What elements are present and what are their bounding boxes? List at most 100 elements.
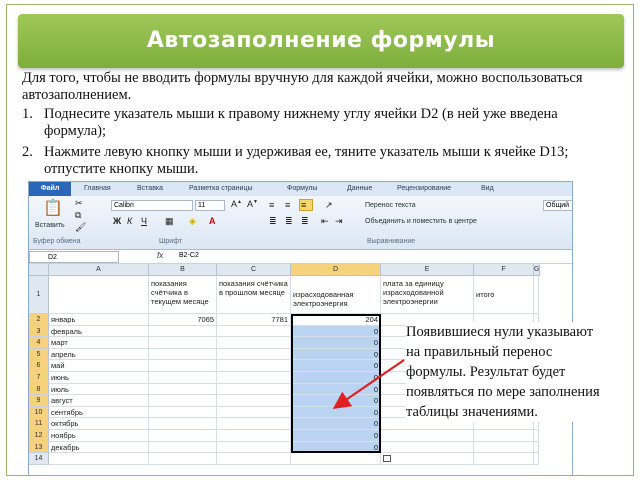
cell-a[interactable]: июль	[49, 383, 149, 396]
copy-icon[interactable]: ⧉	[75, 210, 81, 221]
paste-icon[interactable]: 📋	[43, 198, 63, 218]
row-header[interactable]: 8	[29, 383, 49, 396]
tab-home[interactable]: Главная	[84, 185, 111, 192]
cell-g[interactable]	[534, 430, 539, 442]
column-header-b[interactable]: B	[149, 264, 217, 276]
paste-button[interactable]: Вставить	[35, 222, 65, 229]
font-name-select[interactable]: Calibri	[111, 200, 193, 211]
outdent-icon[interactable]: ⇥	[335, 216, 343, 227]
cell-b[interactable]	[149, 406, 217, 419]
column-header-f[interactable]: F	[474, 264, 534, 276]
align-right-icon[interactable]: ≣	[301, 216, 309, 227]
cell-b[interactable]	[149, 395, 217, 407]
cell-b[interactable]	[149, 325, 217, 338]
header-cell-c[interactable]: показания счётчика в прошлом месяце	[217, 276, 291, 314]
row-header[interactable]: 7	[29, 372, 49, 384]
cell-b[interactable]	[149, 418, 217, 430]
cell-b[interactable]	[149, 348, 217, 361]
format-painter-icon[interactable]: 🖌	[75, 222, 86, 233]
cell-a[interactable]: август	[49, 395, 149, 407]
select-all-corner[interactable]	[29, 264, 49, 276]
cell-a[interactable]: февраль	[49, 325, 149, 338]
cell-a[interactable]: сентябрь	[49, 406, 149, 419]
cell-a[interactable]: ноябрь	[49, 430, 149, 442]
name-box[interactable]: D2	[29, 251, 119, 263]
row-header[interactable]: 12	[29, 430, 49, 442]
row-header[interactable]: 1	[29, 276, 49, 314]
cell-a[interactable]: апрель	[49, 348, 149, 361]
cell-b[interactable]	[149, 441, 217, 454]
cell-g[interactable]	[534, 441, 539, 454]
row-header[interactable]: 14	[29, 453, 49, 465]
header-cell-g[interactable]	[534, 276, 539, 314]
grow-font-icon[interactable]: A▲	[231, 199, 242, 209]
align-left-icon[interactable]: ≣	[269, 216, 277, 227]
cell-a[interactable]	[49, 453, 149, 465]
cell-e[interactable]	[381, 441, 474, 454]
row-header[interactable]: 2	[29, 314, 49, 326]
tab-data[interactable]: Данные	[347, 185, 372, 192]
cut-icon[interactable]: ✂	[75, 198, 83, 209]
cell-c[interactable]	[217, 360, 291, 372]
wrap-text-button[interactable]: Перенос текста	[365, 202, 416, 209]
cell-c[interactable]	[217, 337, 291, 349]
row-header[interactable]: 3	[29, 325, 49, 338]
cell-g[interactable]	[534, 453, 539, 465]
header-cell-b[interactable]: показания счётчика в текущем месяце	[149, 276, 217, 314]
cell-a[interactable]: май	[49, 360, 149, 372]
row-header[interactable]: 5	[29, 348, 49, 361]
cell-f[interactable]	[474, 430, 534, 442]
font-size-select[interactable]: 11	[195, 200, 225, 211]
cell-a[interactable]: март	[49, 337, 149, 349]
cell-c[interactable]	[217, 383, 291, 396]
row-header[interactable]: 9	[29, 395, 49, 407]
row-header[interactable]: 13	[29, 441, 49, 454]
cell-c[interactable]	[217, 418, 291, 430]
column-header-e[interactable]: E	[381, 264, 474, 276]
cell-b[interactable]	[149, 383, 217, 396]
column-header-g[interactable]: G	[534, 264, 541, 276]
autofill-options-icon[interactable]	[383, 455, 391, 463]
bold-icon[interactable]: Ж	[113, 216, 121, 226]
tab-review[interactable]: Рецензирование	[397, 185, 451, 192]
align-middle-icon[interactable]: ≡	[285, 200, 290, 210]
cell-f[interactable]	[474, 441, 534, 454]
underline-icon[interactable]: Ч	[141, 216, 147, 226]
cell-e[interactable]	[381, 453, 474, 465]
font-color-icon[interactable]: A	[209, 216, 216, 226]
borders-icon[interactable]: ▦	[165, 216, 174, 227]
cell-a[interactable]: октябрь	[49, 418, 149, 430]
cell-b[interactable]	[149, 453, 217, 465]
tab-formulas[interactable]: Формулы	[287, 185, 317, 192]
row-header[interactable]: 4	[29, 337, 49, 349]
cell-a[interactable]: декабрь	[49, 441, 149, 454]
row-header[interactable]: 6	[29, 360, 49, 372]
row-header[interactable]: 10	[29, 406, 49, 419]
cell-c[interactable]	[217, 430, 291, 442]
merge-center-button[interactable]: Объединить и поместить в центре	[365, 218, 477, 225]
column-header-d[interactable]: D	[291, 264, 381, 276]
header-cell-a[interactable]	[49, 276, 149, 314]
cell-c[interactable]	[217, 395, 291, 407]
cell-d[interactable]	[291, 453, 381, 465]
fx-icon[interactable]: fx	[157, 251, 163, 260]
column-header-c[interactable]: C	[217, 264, 291, 276]
italic-icon[interactable]: К	[127, 216, 132, 226]
number-format-select[interactable]: Общий	[543, 200, 572, 211]
orientation-icon[interactable]: ↗	[325, 200, 333, 211]
fill-color-icon[interactable]: ◈	[189, 216, 196, 227]
cell-c[interactable]	[217, 453, 291, 465]
cell-c[interactable]	[217, 372, 291, 384]
tab-file[interactable]: Файл	[29, 182, 71, 196]
align-center-icon[interactable]: ≣	[285, 216, 293, 227]
shrink-font-icon[interactable]: A▼	[247, 199, 258, 209]
tab-page-layout[interactable]: Разметка страницы	[189, 185, 253, 192]
cell-b[interactable]	[149, 360, 217, 372]
tab-insert[interactable]: Вставка	[137, 185, 163, 192]
cell-c[interactable]	[217, 348, 291, 361]
cell-b[interactable]: 7065	[149, 314, 217, 326]
cell-c[interactable]	[217, 325, 291, 338]
cell-c[interactable]	[217, 441, 291, 454]
formula-input[interactable]: B2-C2	[179, 252, 199, 259]
tab-view[interactable]: Вид	[481, 185, 494, 192]
